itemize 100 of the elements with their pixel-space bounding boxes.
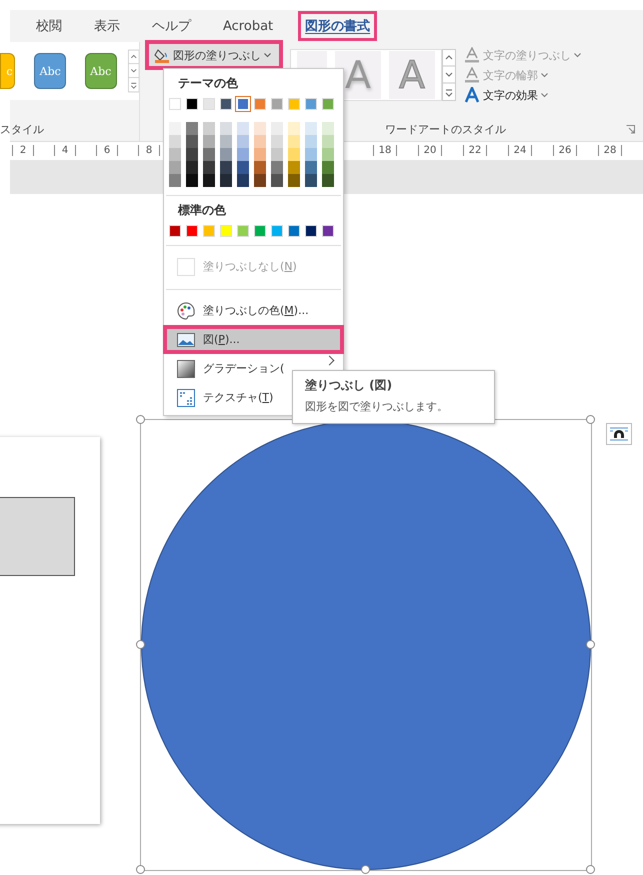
ribbon-tab[interactable]: 図形の書式 (298, 11, 378, 41)
color-swatch[interactable] (203, 174, 215, 187)
color-swatch[interactable] (203, 122, 215, 135)
color-swatch[interactable] (220, 174, 232, 187)
color-swatch[interactable] (322, 174, 334, 187)
color-swatch[interactable] (271, 98, 283, 110)
color-swatch[interactable] (288, 148, 300, 161)
color-swatch[interactable] (237, 135, 249, 148)
shape-fill-button[interactable]: 図形の塗りつぶし (145, 40, 283, 70)
color-swatch[interactable] (305, 135, 317, 148)
color-swatch[interactable] (186, 148, 198, 161)
color-swatch[interactable] (254, 225, 266, 237)
color-swatch[interactable] (254, 98, 266, 110)
letter-a-icon (464, 47, 480, 63)
color-swatch[interactable] (254, 135, 266, 148)
caret-icon (264, 52, 271, 58)
color-swatch[interactable] (186, 98, 198, 110)
color-swatch[interactable] (169, 225, 181, 237)
resize-handle[interactable] (136, 640, 145, 649)
ruler-number: 2 (12, 145, 34, 156)
color-swatch[interactable] (288, 122, 300, 135)
color-swatch[interactable] (322, 98, 334, 110)
group-label: ワードアートのスタイル (385, 122, 506, 137)
tooltip-title: 塗りつぶし (図) (305, 377, 394, 394)
color-swatch[interactable] (254, 174, 266, 187)
text-format-command[interactable]: 文字の効果 (464, 87, 581, 103)
color-swatch[interactable] (305, 122, 317, 135)
color-swatch[interactable] (169, 135, 181, 148)
color-swatch[interactable] (237, 122, 249, 135)
color-swatch[interactable] (186, 122, 198, 135)
color-swatch[interactable] (169, 98, 181, 110)
color-swatch[interactable] (254, 122, 266, 135)
color-swatch[interactable] (305, 148, 317, 161)
color-swatch[interactable] (186, 174, 198, 187)
color-swatch[interactable] (220, 225, 232, 237)
color-swatch[interactable] (220, 161, 232, 174)
color-swatch[interactable] (322, 161, 334, 174)
color-swatch[interactable] (237, 161, 249, 174)
color-swatch[interactable] (237, 148, 249, 161)
rectangle-shape[interactable] (0, 497, 75, 576)
color-swatch[interactable] (203, 225, 215, 237)
ruler-number: 28 (598, 145, 622, 156)
resize-handle[interactable] (586, 865, 595, 874)
ribbon-tab[interactable]: 表示 (87, 11, 127, 41)
color-swatch[interactable] (169, 174, 181, 187)
color-swatch[interactable] (271, 161, 283, 174)
dialog-launcher-icon[interactable] (626, 125, 635, 134)
color-swatch[interactable] (220, 98, 232, 110)
color-swatch[interactable] (186, 161, 198, 174)
color-swatch[interactable] (322, 122, 334, 135)
color-swatch[interactable] (254, 148, 266, 161)
color-swatch[interactable] (271, 135, 283, 148)
color-swatch[interactable] (237, 225, 249, 237)
texture-square-icon (177, 388, 195, 406)
color-swatch[interactable] (169, 148, 181, 161)
ribbon-tab[interactable]: ヘルプ (145, 11, 198, 41)
letter-a-icon (464, 67, 480, 83)
color-swatch[interactable] (254, 161, 266, 174)
menu-item[interactable]: 塗りつぶしの色(M)... (164, 296, 343, 325)
color-swatch[interactable] (203, 148, 215, 161)
resize-handle[interactable] (136, 415, 145, 424)
color-swatch[interactable] (220, 135, 232, 148)
color-swatch[interactable] (322, 148, 334, 161)
color-swatch[interactable] (271, 225, 283, 237)
ruler-number: 8 (138, 145, 160, 156)
resize-handle[interactable] (586, 640, 595, 649)
resize-handle[interactable] (136, 865, 145, 874)
color-swatch[interactable] (288, 174, 300, 187)
color-swatch[interactable] (288, 161, 300, 174)
color-swatch[interactable] (203, 161, 215, 174)
color-swatch[interactable] (288, 135, 300, 148)
color-swatch[interactable] (305, 98, 317, 110)
color-swatch[interactable] (305, 174, 317, 187)
color-swatch[interactable] (322, 135, 334, 148)
color-swatch[interactable] (305, 161, 317, 174)
resize-handle[interactable] (586, 415, 595, 424)
menu-heading: 標準の色 (176, 202, 227, 219)
menu-item[interactable]: 図(P)... (163, 325, 344, 354)
resize-handle[interactable] (361, 865, 370, 874)
color-swatch[interactable] (305, 225, 317, 237)
color-swatch[interactable] (237, 174, 249, 187)
color-swatch[interactable] (169, 161, 181, 174)
color-swatch[interactable] (186, 225, 198, 237)
ribbon-tab[interactable]: Acrobat (216, 12, 280, 40)
ribbon-tab[interactable]: 校閲 (29, 11, 69, 41)
color-swatch[interactable] (203, 98, 215, 110)
color-swatch[interactable] (322, 225, 334, 237)
ruler-number: 6 (96, 145, 118, 156)
color-swatch[interactable] (271, 122, 283, 135)
color-swatch[interactable] (203, 135, 215, 148)
color-swatch[interactable] (186, 135, 198, 148)
color-swatch[interactable] (271, 174, 283, 187)
layout-options-icon[interactable] (606, 423, 632, 445)
color-swatch[interactable] (288, 225, 300, 237)
color-swatch[interactable] (220, 122, 232, 135)
gallery-scroll-icon[interactable] (442, 49, 456, 101)
color-swatch[interactable] (271, 148, 283, 161)
color-swatch[interactable] (220, 148, 232, 161)
color-swatch[interactable] (169, 122, 181, 135)
color-swatch[interactable] (288, 98, 300, 110)
